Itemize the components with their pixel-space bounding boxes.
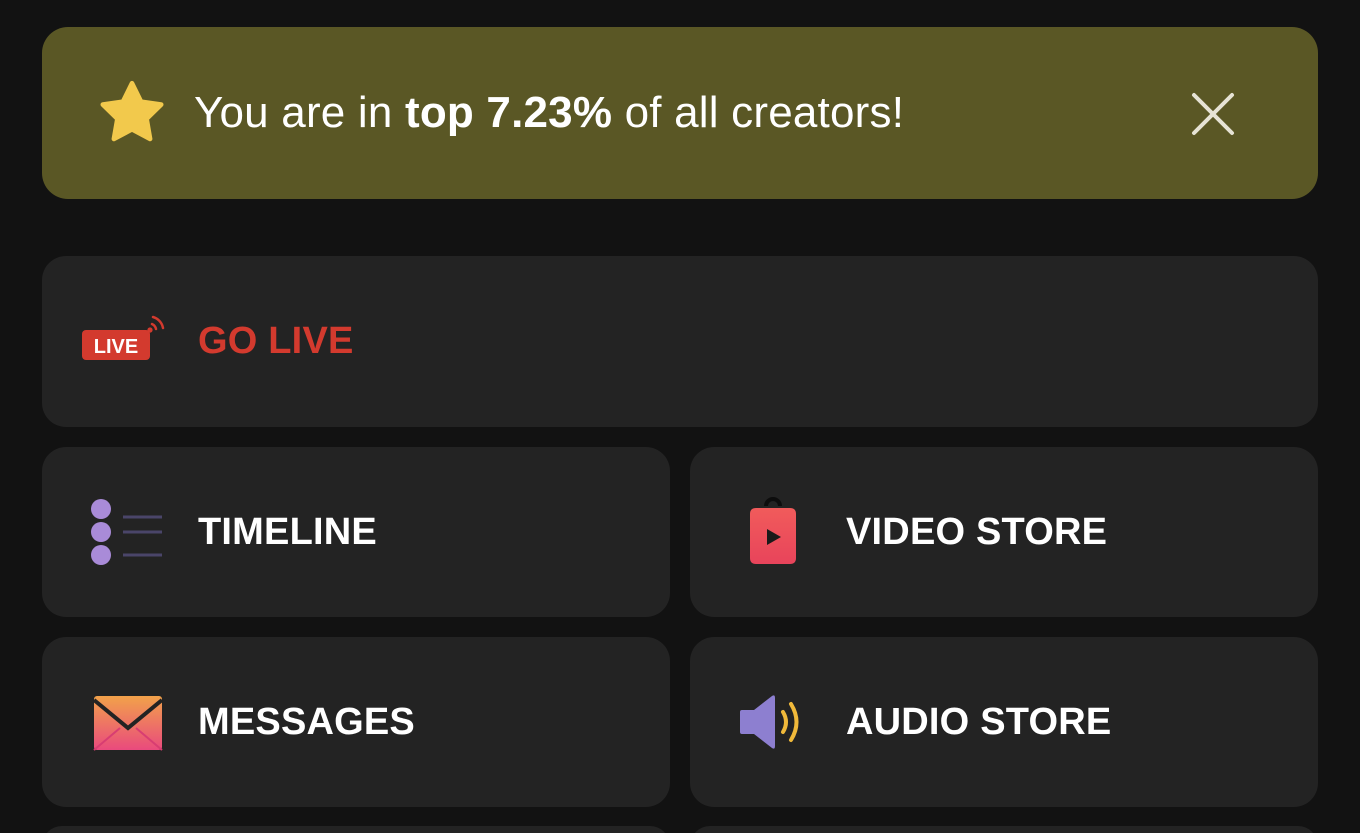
video-store-button[interactable]: VIDEO STORE [690, 447, 1318, 617]
audio-store-button[interactable]: AUDIO STORE [690, 637, 1318, 807]
messages-button[interactable]: MESSAGES [42, 637, 670, 807]
menu-tile-partial[interactable] [690, 826, 1318, 833]
rank-message-suffix: of all creators! [612, 88, 905, 137]
timeline-button[interactable]: TIMELINE [42, 447, 670, 617]
timeline-label: TIMELINE [198, 510, 377, 553]
go-live-button[interactable]: LIVE GO LIVE [42, 256, 1318, 427]
rank-message: You are in top 7.23% of all creators! [194, 88, 904, 138]
star-icon [100, 80, 164, 142]
messages-label: MESSAGES [198, 700, 415, 743]
audio-store-label: AUDIO STORE [846, 700, 1112, 743]
go-live-label: GO LIVE [198, 320, 354, 362]
speaker-icon [728, 682, 818, 762]
video-store-label: VIDEO STORE [846, 510, 1108, 553]
menu-tile-partial[interactable] [42, 826, 670, 833]
rank-message-prefix: You are in [194, 88, 405, 137]
svg-text:LIVE: LIVE [94, 336, 138, 358]
envelope-icon [80, 682, 170, 762]
video-bag-icon [728, 492, 818, 572]
live-broadcast-icon: LIVE [80, 302, 170, 382]
creator-dashboard: You are in top 7.23% of all creators! LI… [0, 0, 1360, 833]
rank-banner: You are in top 7.23% of all creators! [42, 27, 1318, 199]
close-icon[interactable] [1190, 91, 1236, 137]
timeline-list-icon [80, 492, 170, 572]
rank-percentage: top 7.23% [404, 88, 613, 137]
